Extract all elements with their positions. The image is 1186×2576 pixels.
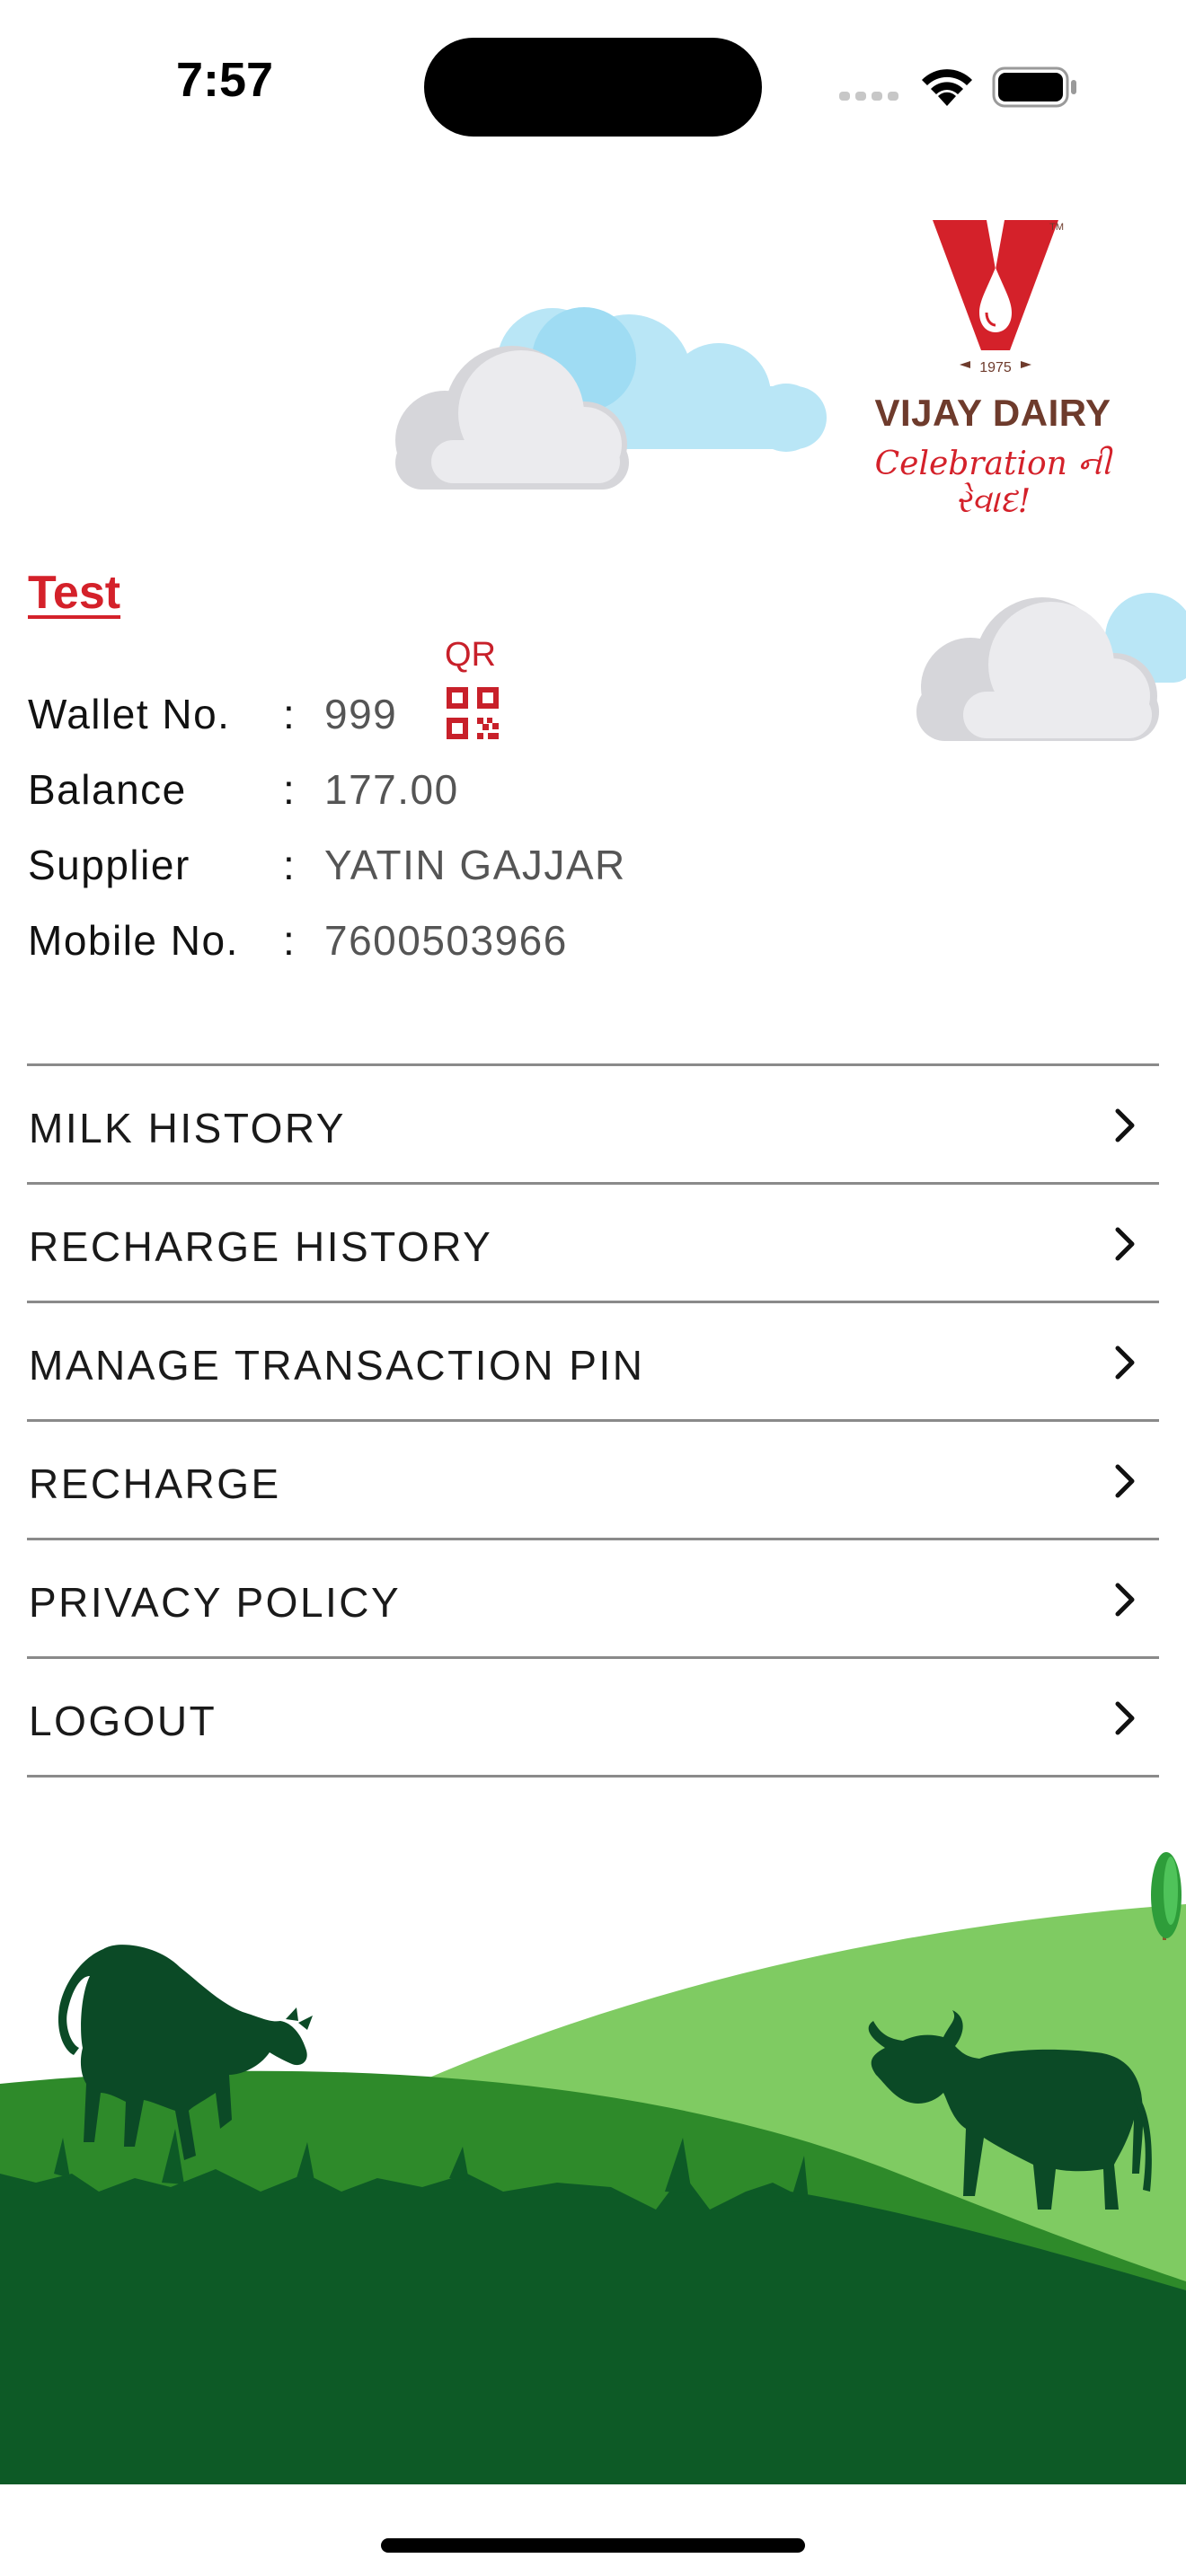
menu-item-label: RECHARGE [29, 1460, 281, 1507]
menu-item-recharge[interactable]: RECHARGE [27, 1422, 1159, 1540]
brand-logo: 1975 TM VIJAY DAIRY Celebration ની રેવાદ… [845, 216, 1141, 520]
chevron-right-icon [1115, 1345, 1135, 1380]
trademark-mark: TM [1049, 222, 1064, 233]
balance-value: 177.00 [324, 766, 459, 813]
chevron-right-icon [1115, 1583, 1135, 1617]
field-separator: : [283, 766, 296, 813]
supplier-row: Supplier : YATIN GAJJAR [28, 841, 747, 904]
mobile-number-value: 7600503966 [324, 917, 568, 964]
brand-name: VIJAY DAIRY [874, 392, 1111, 434]
field-separator: : [283, 842, 296, 888]
farm-landscape-illustration [0, 1852, 1186, 2484]
battery-icon [992, 66, 1076, 108]
menu-list: MILK HISTORY RECHARGE HISTORY MANAGE TRA… [27, 1063, 1159, 1778]
profile-name[interactable]: Test [28, 566, 120, 620]
clouds-illustration-right [916, 593, 1186, 741]
home-indicator[interactable] [381, 2538, 805, 2553]
supplier-label: Supplier [28, 842, 190, 888]
field-separator: : [283, 917, 296, 964]
qr-label: QR [445, 636, 496, 674]
menu-item-label: PRIVACY POLICY [29, 1579, 402, 1626]
menu-item-milk-history[interactable]: MILK HISTORY [27, 1066, 1159, 1185]
logo-year: 1975 [979, 360, 1012, 375]
menu-item-label: RECHARGE HISTORY [29, 1223, 493, 1270]
menu-item-label: MILK HISTORY [29, 1105, 346, 1151]
menu-item-privacy-policy[interactable]: PRIVACY POLICY [27, 1540, 1159, 1659]
mobile-number-row: Mobile No. : 7600503966 [28, 916, 747, 979]
supplier-value: YATIN GAJJAR [324, 842, 626, 888]
balance-row: Balance : 177.00 [28, 765, 747, 828]
signal-icon [839, 92, 898, 101]
wallet-number-value: 999 [324, 691, 398, 737]
menu-item-label: LOGOUT [29, 1698, 217, 1744]
chevron-right-icon [1115, 1108, 1135, 1142]
brand-tagline: Celebration ની રેવાદ! [874, 446, 1111, 520]
wallet-number-label: Wallet No. [28, 691, 231, 737]
status-bar: 7:57 [0, 0, 1186, 171]
chevron-right-icon [1115, 1701, 1135, 1735]
menu-item-label: MANAGE TRANSACTION PIN [29, 1342, 645, 1389]
field-separator: : [283, 691, 296, 737]
clouds-illustration [395, 307, 827, 490]
menu-item-recharge-history[interactable]: RECHARGE HISTORY [27, 1185, 1159, 1303]
menu-item-manage-transaction-pin[interactable]: MANAGE TRANSACTION PIN [27, 1303, 1159, 1422]
vijay-dairy-logo-icon: 1975 TM [933, 220, 1064, 375]
status-time: 7:57 [175, 53, 274, 107]
mobile-number-label: Mobile No. [28, 917, 239, 964]
chevron-right-icon [1115, 1227, 1135, 1261]
wifi-icon [922, 69, 972, 106]
balance-label: Balance [28, 766, 187, 813]
dynamic-island [424, 38, 762, 137]
menu-item-logout[interactable]: LOGOUT [27, 1659, 1159, 1778]
wallet-number-row: Wallet No. : 999 [28, 690, 747, 753]
chevron-right-icon [1115, 1464, 1135, 1498]
